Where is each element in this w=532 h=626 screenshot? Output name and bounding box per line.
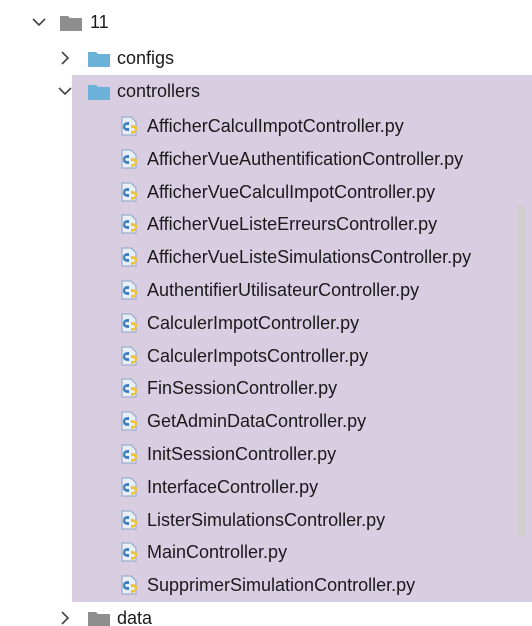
chevron-right-icon[interactable] [56,602,74,626]
file-item[interactable]: SupprimerSimulationController.py [0,569,532,601]
file-label: SupprimerSimulationController.py [147,575,416,595]
file-label: AfficherVueListeSimulationsController.py [147,247,472,267]
chevron-down-icon[interactable] [30,6,48,38]
chevron-down-icon[interactable] [56,75,74,107]
python-file-icon [121,214,137,234]
file-label: FinSessionController.py [147,378,338,398]
file-item[interactable]: CalculerImpotController.py [0,307,532,339]
folder-icon [60,16,82,31]
file-label: CalculerImpotController.py [147,313,360,333]
file-item[interactable]: AfficherVueListeErreursController.py [0,208,532,240]
file-item[interactable]: AfficherVueAuthentificationController.py [0,143,532,175]
tree-node-data[interactable]: data [0,602,532,626]
python-file-icon [121,313,137,333]
file-label: AfficherVueAuthentificationController.py [147,149,464,169]
python-file-icon [121,247,137,267]
file-item[interactable]: AfficherVueCalculImpotController.py [0,176,532,208]
file-label: GetAdminDataController.py [147,411,367,431]
file-label: InitSessionController.py [147,444,337,464]
chevron-right-icon[interactable] [56,42,74,74]
python-file-icon [121,510,137,530]
python-file-icon [121,149,137,169]
file-item[interactable]: ListerSimulationsController.py [0,504,532,536]
file-item[interactable]: InterfaceController.py [0,471,532,503]
file-label: AfficherVueListeErreursController.py [147,214,438,234]
file-label: CalculerImpotsController.py [147,346,369,366]
file-item[interactable]: InitSessionController.py [0,438,532,470]
project-tree: 11 configs controllers AfficherCalculImp… [0,0,532,626]
file-item[interactable]: AfficherVueListeSimulationsController.py [0,241,532,273]
file-item[interactable]: MainController.py [0,536,532,568]
file-item[interactable]: CalculerImpotsController.py [0,340,532,372]
file-label: ListerSimulationsController.py [147,510,386,530]
folder-icon [88,85,110,100]
python-file-icon [121,116,137,136]
file-label: AuthentifierUtilisateurController.py [147,280,420,300]
file-item[interactable]: AfficherCalculImpotController.py [0,110,532,142]
file-item[interactable]: FinSessionController.py [0,372,532,404]
tree-node-controllers[interactable]: controllers [0,75,532,107]
python-file-icon [121,280,137,300]
tree-node-label: configs [117,48,175,68]
file-item[interactable]: AuthentifierUtilisateurController.py [0,274,532,306]
python-file-icon [121,182,137,202]
python-file-icon [121,575,137,595]
tree-node-label: controllers [117,81,201,101]
python-file-icon [121,477,137,497]
file-label: AfficherCalculImpotController.py [147,116,404,136]
folder-icon [88,52,110,67]
python-file-icon [121,378,137,398]
vertical-scrollbar[interactable] [517,206,525,536]
python-file-icon [121,542,137,562]
file-item[interactable]: GetAdminDataController.py [0,405,532,437]
tree-node-configs[interactable]: configs [0,42,532,74]
tree-node-label: 11 [90,12,109,32]
file-label: MainController.py [147,542,288,562]
tree-node-root[interactable]: 11 [0,6,532,38]
file-label: InterfaceController.py [147,477,319,497]
file-label: AfficherVueCalculImpotController.py [147,182,436,202]
python-file-icon [121,346,137,366]
tree-node-label: data [117,608,153,626]
python-file-icon [121,444,137,464]
python-file-icon [121,411,137,431]
folder-icon [88,612,110,626]
